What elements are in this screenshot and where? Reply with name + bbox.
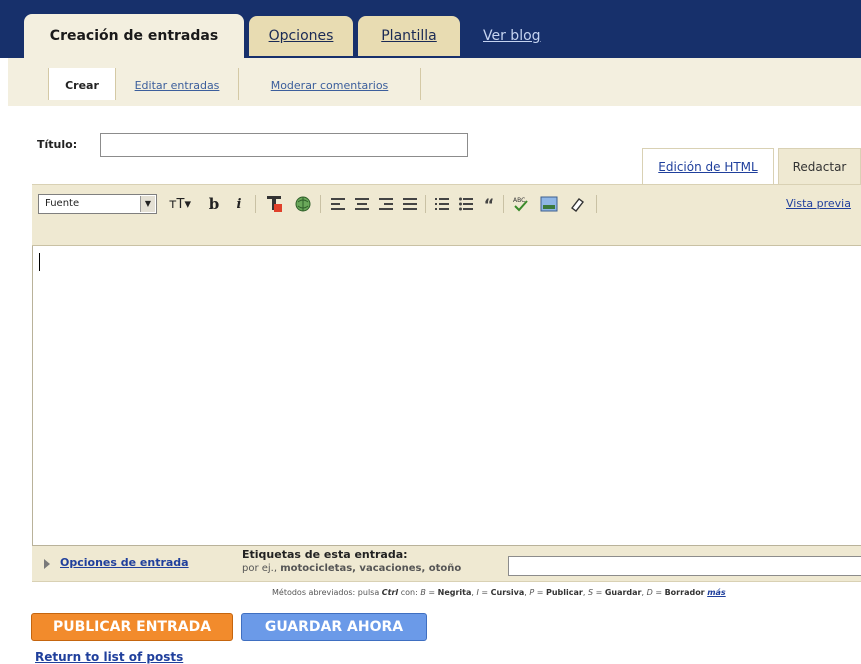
entry-options-link[interactable]: Opciones de entrada bbox=[60, 556, 189, 569]
shortcut-s-key: S bbox=[587, 588, 594, 597]
eraser-icon bbox=[571, 198, 584, 212]
align-right-icon bbox=[379, 198, 393, 210]
shortcut-p-label: Publicar bbox=[546, 588, 583, 597]
text-color-icon bbox=[267, 196, 282, 212]
align-center-button[interactable] bbox=[352, 193, 372, 215]
subtab-editar-entradas[interactable]: Editar entradas bbox=[116, 68, 239, 102]
dropdown-arrow-icon: ▼ bbox=[140, 196, 155, 212]
svg-text:ABC: ABC bbox=[513, 197, 525, 204]
tab-opciones[interactable]: Opciones bbox=[249, 16, 353, 56]
toolbar-separator bbox=[503, 195, 504, 213]
align-left-button[interactable] bbox=[328, 193, 348, 215]
shortcut-ctrl: Ctrl bbox=[381, 588, 399, 597]
shortcut-i-label: Cursiva bbox=[490, 588, 525, 597]
sub-navigation: Crear Editar entradas Moderar comentario… bbox=[8, 58, 861, 102]
tab-redactar[interactable]: Redactar bbox=[778, 148, 861, 184]
shortcut-d-key: D bbox=[646, 588, 653, 597]
bullet-list-icon bbox=[459, 197, 473, 211]
expand-triangle-icon[interactable] bbox=[44, 559, 50, 569]
blockquote-button[interactable]: “ bbox=[480, 193, 498, 215]
tab-ver-blog[interactable]: Ver blog bbox=[483, 14, 583, 58]
globe-link-icon bbox=[295, 196, 311, 212]
align-justify-icon bbox=[403, 198, 417, 210]
tab-edicion-html[interactable]: Edición de HTML bbox=[642, 148, 774, 184]
toolbar-separator bbox=[255, 195, 256, 213]
shortcuts-con: con: bbox=[400, 588, 418, 597]
toolbar-separator bbox=[596, 195, 597, 213]
toolbar-separator bbox=[320, 195, 321, 213]
text-caret bbox=[39, 253, 40, 271]
tab-creacion-de-entradas[interactable]: Creación de entradas bbox=[24, 14, 244, 58]
font-select[interactable]: Fuente ▼ bbox=[38, 194, 157, 214]
top-tab-bar: Creación de entradas Opciones Plantilla … bbox=[0, 0, 861, 58]
labels-title: Etiquetas de esta entrada: bbox=[242, 548, 408, 561]
labels-example-values: motocicletas, vacaciones, otoño bbox=[280, 563, 462, 574]
font-size-icon: тT▾ bbox=[168, 196, 192, 212]
shortcuts-prefix: Métodos abreviados: pulsa bbox=[272, 588, 380, 597]
shortcut-d-label: Borrador bbox=[664, 588, 705, 597]
post-body-editor[interactable] bbox=[32, 246, 861, 546]
toolbar-separator bbox=[425, 195, 426, 213]
italic-icon: i bbox=[236, 196, 242, 212]
numbered-list-icon bbox=[435, 198, 449, 210]
italic-button[interactable]: i bbox=[231, 193, 247, 215]
labels-input[interactable] bbox=[508, 556, 861, 576]
shortcut-b-key: B bbox=[420, 588, 426, 597]
shortcut-p-key: P bbox=[529, 588, 535, 597]
bullet-list-button[interactable] bbox=[456, 193, 476, 215]
save-now-button[interactable]: GUARDAR AHORA bbox=[241, 613, 427, 641]
spellcheck-icon: ABC bbox=[513, 197, 528, 212]
shortcuts-more-link[interactable]: más bbox=[707, 588, 726, 597]
remove-format-button[interactable] bbox=[566, 193, 588, 215]
publish-button[interactable]: PUBLICAR ENTRADA bbox=[31, 613, 233, 641]
preview-link[interactable]: Vista previa bbox=[786, 197, 851, 210]
align-justify-button[interactable] bbox=[400, 193, 420, 215]
shortcut-b-label: Negrita bbox=[437, 588, 472, 597]
font-select-value: Fuente bbox=[45, 198, 80, 209]
image-icon bbox=[540, 196, 558, 212]
quote-icon: “ bbox=[483, 194, 495, 214]
title-label: Título: bbox=[37, 138, 78, 151]
font-size-button[interactable]: тT▾ bbox=[165, 193, 195, 215]
title-input[interactable] bbox=[100, 133, 468, 157]
labels-example: por ej., motocicletas, vacaciones, otoño bbox=[242, 563, 461, 574]
align-right-button[interactable] bbox=[376, 193, 396, 215]
link-button[interactable] bbox=[292, 193, 314, 215]
subtab-crear[interactable]: Crear bbox=[48, 68, 116, 102]
insert-image-button[interactable] bbox=[538, 193, 560, 215]
align-center-icon bbox=[355, 198, 369, 210]
bold-button[interactable]: b bbox=[205, 193, 223, 215]
shortcut-i-key: I bbox=[476, 588, 479, 597]
return-to-posts-link[interactable]: Return to list of posts bbox=[35, 650, 183, 664]
align-left-icon bbox=[331, 198, 345, 210]
numbered-list-button[interactable] bbox=[432, 193, 452, 215]
text-color-button[interactable] bbox=[263, 193, 285, 215]
tab-plantilla[interactable]: Plantilla bbox=[358, 16, 460, 56]
spellcheck-button[interactable]: ABC bbox=[510, 193, 532, 215]
keyboard-shortcuts-hint: Métodos abreviados: pulsa Ctrl con: B = … bbox=[272, 588, 726, 597]
shortcut-s-label: Guardar bbox=[604, 588, 642, 597]
labels-example-prefix: por ej., bbox=[242, 563, 278, 574]
subtab-moderar-comentarios[interactable]: Moderar comentarios bbox=[239, 68, 421, 102]
bold-icon: b bbox=[208, 195, 220, 213]
